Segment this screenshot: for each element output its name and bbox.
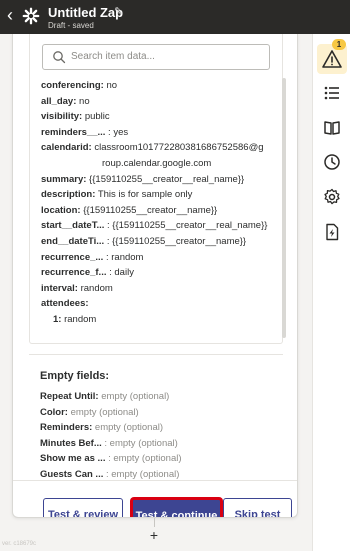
search-field[interactable]: Search item data... [42,44,270,70]
search-icon [53,51,66,64]
canvas-edge [0,34,12,551]
empty-field-list: Repeat Until: empty (optional) Color: em… [40,389,272,483]
right-sidebar [312,34,350,551]
empty-field-row: Color: empty (optional) [40,406,139,418]
clock-icon[interactable] [319,149,345,175]
field-row: recurrence_f... : daily [41,267,134,279]
field-row: all_day: no [41,95,90,107]
book-icon[interactable] [319,115,345,141]
zap-title[interactable]: Untitled Zap [48,5,123,20]
top-bar: ‹ Untitled Zap ✎ Draft - saved [0,0,350,34]
field-row: reminders__... : yes [41,126,129,138]
scrollbar[interactable] [282,78,286,338]
field-row: visibility: public [41,111,110,123]
version-label: ver. c18679c [2,541,37,547]
button-divider [13,480,297,481]
empty-field-row: Reminders: empty (optional) [40,422,164,434]
field-row: conferencing: no [41,80,118,91]
step-panel: Search item data... conferencing: no all… [12,34,298,518]
field-row: recurrence_... : random [41,251,144,263]
field-row: summary: {{159110255__creator__real_name… [41,173,245,185]
add-step-button[interactable]: + [146,527,162,543]
list-icon[interactable] [319,80,345,106]
gear-icon[interactable] [319,184,345,210]
field-row: description: This is for sample only [41,189,193,201]
bolt-file-icon[interactable] [319,219,345,245]
save-status: Draft - saved [48,21,94,30]
empty-field-row: Show me as ... : empty (optional) [40,453,182,465]
empty-fields-heading: Empty fields: [40,370,110,382]
field-list: conferencing: no all_day: no visibility:… [41,78,273,328]
field-row: interval: random [41,282,113,294]
skip-test-button[interactable]: Skip test [223,498,292,517]
divider [29,354,283,355]
item-data-card: Search item data... conferencing: no all… [29,34,286,344]
field-row: location: {{159110255__creator__name}} [41,204,218,216]
empty-field-row: Minutes Bef... : empty (optional) [40,437,178,449]
pencil-icon[interactable]: ✎ [114,5,123,18]
warning-count-badge: 1 [332,39,346,50]
test-and-continue-button[interactable]: Test & continue [131,498,222,517]
back-arrow-icon[interactable]: ‹ [7,6,13,24]
field-row: attendees: [41,298,89,310]
test-and-review-button[interactable]: Test & review [43,498,123,517]
field-row: start__dateT... : {{159110255__creator__… [41,220,268,232]
search-input[interactable]: Search item data... [71,51,155,62]
empty-field-row: Repeat Until: empty (optional) [40,391,170,402]
field-row: end__dateTi... : {{159110255__creator__n… [41,235,247,247]
field-row: calendarid: classroom1017722803816867525… [41,142,264,169]
field-row: 1: random [53,313,97,325]
zapier-logo-icon [22,7,40,25]
warning-icon [322,50,342,68]
connector-line [154,518,155,527]
